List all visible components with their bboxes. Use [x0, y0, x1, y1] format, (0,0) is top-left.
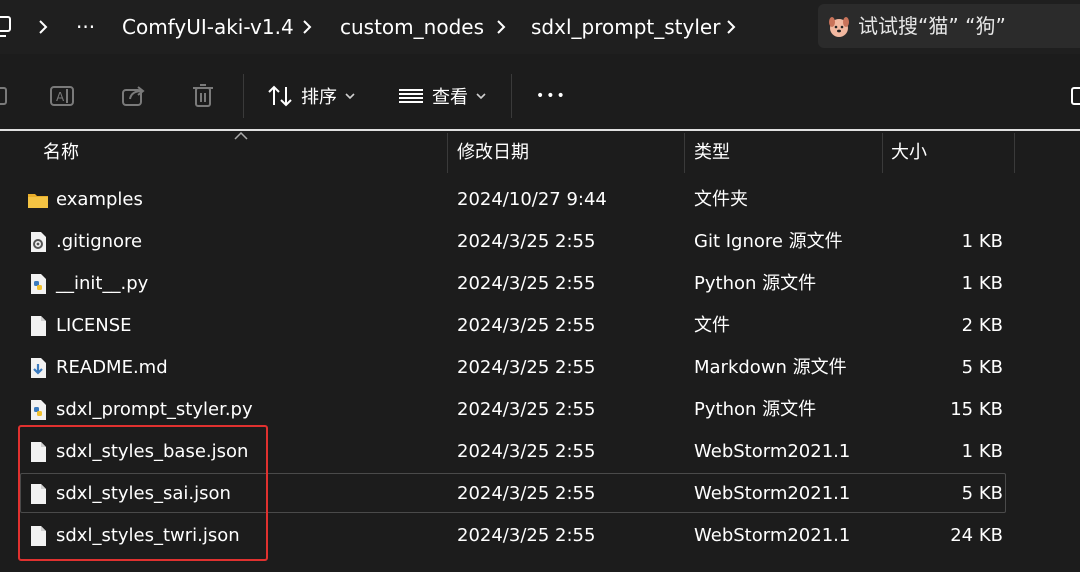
- file-type: WebStorm2021.1: [694, 483, 851, 504]
- blank-file-icon: [31, 316, 46, 336]
- column-header-size[interactable]: 大小: [891, 131, 927, 175]
- file-modified: 2024/3/25 2:55: [457, 273, 596, 294]
- file-modified: 2024/3/25 2:55: [457, 357, 596, 378]
- more-options-icon: •••: [536, 88, 567, 104]
- chevron-right-icon[interactable]: [722, 0, 740, 54]
- file-size: 5 KB: [961, 357, 1003, 378]
- column-divider[interactable]: [447, 133, 448, 173]
- file-row[interactable]: README.md 2024/3/25 2:55 Markdown 源文件 5 …: [0, 347, 1080, 389]
- python-file-icon: [31, 400, 46, 420]
- folder-icon: [28, 194, 48, 208]
- column-header-modified[interactable]: 修改日期: [457, 131, 529, 175]
- file-name: __init__.py: [56, 273, 149, 294]
- chevron-right-icon[interactable]: [298, 0, 316, 54]
- gear-file-icon: [31, 232, 46, 252]
- file-row[interactable]: .gitignore 2024/3/25 2:55 Git Ignore 源文件…: [0, 221, 1080, 263]
- file-name: LICENSE: [56, 315, 132, 336]
- command-bar: A 排序 查看 •••: [0, 62, 1080, 130]
- file-name: README.md: [56, 357, 168, 378]
- file-size: 1 KB: [961, 231, 1003, 252]
- markdown-file-icon: [31, 358, 46, 378]
- column-divider[interactable]: [684, 133, 685, 173]
- file-name: .gitignore: [56, 231, 143, 252]
- column-header-name[interactable]: 名称: [43, 131, 79, 175]
- breadcrumb-ellipsis[interactable]: ···: [76, 0, 95, 54]
- chevron-down-icon: [476, 93, 486, 100]
- address-bar: ··· ComfyUI-aki-v1.4 custom_nodes sdxl_p…: [0, 0, 1080, 54]
- column-header-type[interactable]: 类型: [694, 131, 730, 175]
- file-type: Git Ignore 源文件: [694, 231, 843, 252]
- file-row[interactable]: LICENSE 2024/3/25 2:55 文件 2 KB: [0, 305, 1080, 347]
- file-row[interactable]: examples 2024/10/27 9:44 文件夹: [0, 179, 1080, 221]
- svg-text:A: A: [56, 90, 65, 104]
- delete-icon[interactable]: [191, 62, 215, 130]
- breadcrumb-item-sdxl-prompt-styler[interactable]: sdxl_prompt_styler: [531, 0, 720, 54]
- share-icon[interactable]: [121, 62, 147, 130]
- file-size: 2 KB: [961, 315, 1003, 336]
- file-modified: 2024/3/25 2:55: [457, 441, 596, 462]
- file-size: 24 KB: [950, 525, 1003, 546]
- sort-button[interactable]: 排序: [267, 62, 355, 130]
- view-label: 查看: [432, 87, 468, 108]
- file-type: Python 源文件: [694, 399, 817, 420]
- breadcrumb-item-custom-nodes[interactable]: custom_nodes: [340, 0, 484, 54]
- breadcrumb-item-comfyui[interactable]: ComfyUI-aki-v1.4: [122, 0, 294, 54]
- view-button[interactable]: 查看: [398, 62, 486, 130]
- annotation-highlight-box: [18, 425, 268, 561]
- file-explorer-window: ··· ComfyUI-aki-v1.4 custom_nodes sdxl_p…: [0, 0, 1080, 572]
- toolbar-divider: [243, 74, 244, 118]
- file-size: 1 KB: [961, 273, 1003, 294]
- sort-label: 排序: [301, 87, 337, 108]
- file-name: examples: [56, 189, 143, 210]
- file-row[interactable]: __init__.py 2024/3/25 2:55 Python 源文件 1 …: [0, 263, 1080, 305]
- column-divider[interactable]: [1014, 133, 1015, 173]
- chevron-right-icon[interactable]: [34, 0, 52, 54]
- details-pane-icon[interactable]: [1071, 62, 1080, 130]
- file-modified: 2024/10/27 9:44: [457, 189, 607, 210]
- view-list-icon: [399, 89, 423, 103]
- file-size: [900, 179, 1003, 221]
- file-modified: 2024/3/25 2:55: [457, 483, 596, 504]
- file-modified: 2024/3/25 2:55: [457, 399, 596, 420]
- file-type: 文件夹: [694, 189, 748, 210]
- file-modified: 2024/3/25 2:55: [457, 315, 596, 336]
- file-type: Markdown 源文件: [694, 357, 847, 378]
- search-box[interactable]: 试试搜“猫” “狗”: [818, 4, 1080, 48]
- column-header-row: 名称 修改日期 类型 大小: [0, 131, 1080, 175]
- sort-ascending-icon: [234, 132, 248, 140]
- chevron-right-icon[interactable]: [492, 0, 510, 54]
- file-size: 1 KB: [961, 441, 1003, 462]
- file-type: Python 源文件: [694, 273, 817, 294]
- file-modified: 2024/3/25 2:55: [457, 231, 596, 252]
- file-type: WebStorm2021.1: [694, 525, 851, 546]
- column-divider[interactable]: [882, 133, 883, 173]
- chevron-down-icon: [345, 93, 355, 100]
- file-size: 5 KB: [961, 483, 1003, 504]
- file-size: 15 KB: [950, 399, 1003, 420]
- rename-icon[interactable]: A: [50, 62, 76, 130]
- file-modified: 2024/3/25 2:55: [457, 525, 596, 546]
- monitor-icon[interactable]: [0, 0, 14, 54]
- python-file-icon: [31, 274, 46, 294]
- search-placeholder: 试试搜“猫” “狗”: [858, 14, 1006, 38]
- file-type: WebStorm2021.1: [694, 441, 851, 462]
- dog-face-icon: [829, 17, 849, 37]
- more-options-button[interactable]: •••: [536, 62, 567, 130]
- file-type: 文件: [694, 315, 730, 336]
- toolbar-divider: [511, 74, 512, 118]
- sort-icon: [268, 85, 292, 107]
- copy-icon[interactable]: [0, 62, 8, 130]
